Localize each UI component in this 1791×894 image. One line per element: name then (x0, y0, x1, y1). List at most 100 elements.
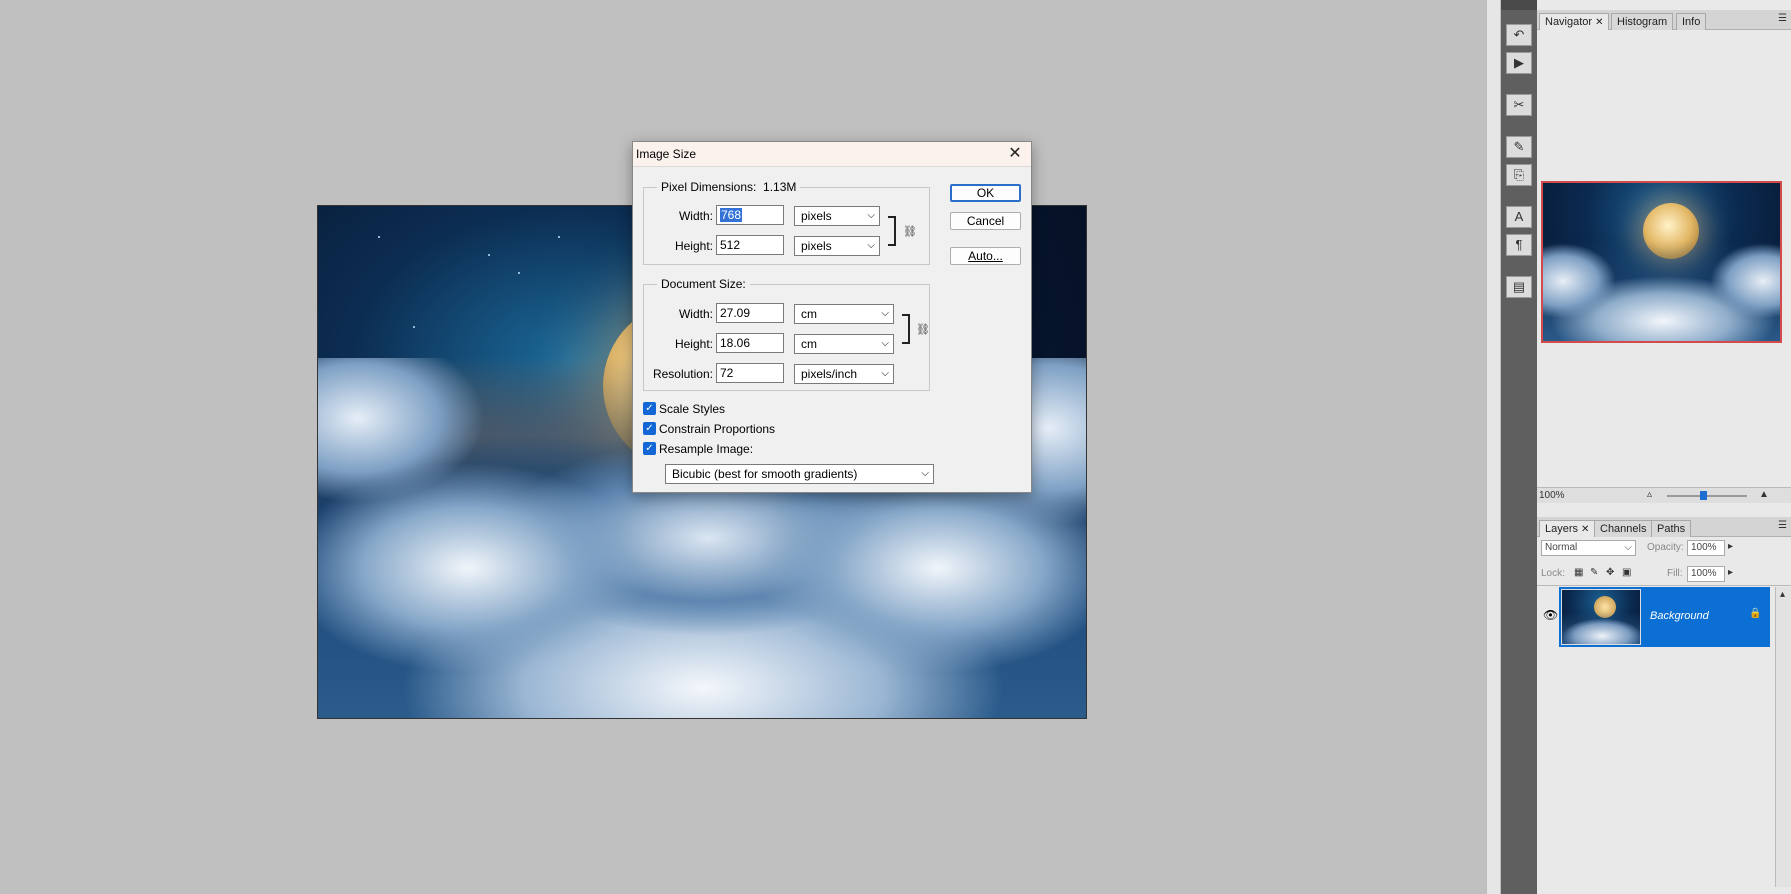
star (413, 326, 415, 328)
close-icon[interactable]: ✕ (1595, 17, 1603, 28)
pixel-height-unit-select[interactable]: pixels ⌵ (794, 236, 880, 256)
chevron-down-icon: ⌵ (867, 240, 875, 251)
scale-styles-checkbox[interactable]: ✓ (643, 402, 656, 415)
panel-dock-edge (1486, 0, 1500, 894)
lock-position-icon[interactable]: ✥ (1606, 567, 1614, 578)
scroll-up-icon[interactable]: ▴ (1780, 589, 1785, 600)
panel-menu-icon[interactable]: ☰ (1778, 520, 1787, 531)
image-size-dialog: Image Size ✕ Pixel Dimensions: 1.13M Wid… (632, 141, 1032, 493)
opacity-label: Opacity: (1647, 542, 1684, 553)
icon-bar-header[interactable] (1501, 0, 1537, 10)
panels-area: Navigator ✕ Histogram Info ☰ 100% ▵ ▲ Lay… (1537, 0, 1791, 894)
tab-navigator[interactable]: Navigator ✕ (1539, 13, 1610, 30)
fill-arrow-icon[interactable]: ▸ (1728, 567, 1733, 578)
layers-scrollbar[interactable]: ▴ (1775, 587, 1791, 887)
zoom-slider[interactable] (1667, 495, 1747, 497)
resolution-unit-select[interactable]: pixels/inch ⌵ (794, 364, 894, 384)
chain-link-icon: ⛓ (916, 324, 930, 336)
tab-channels[interactable]: Channels (1594, 520, 1653, 537)
dialog-title-bar[interactable]: Image Size ✕ (633, 142, 1031, 167)
chevron-down-icon: ⌵ (1624, 542, 1632, 553)
pixel-width-input[interactable]: 768 (716, 205, 784, 225)
document-size-legend: Document Size: (661, 277, 746, 291)
star (518, 272, 520, 274)
cancel-button[interactable]: Cancel (950, 212, 1021, 230)
tab-histogram[interactable]: Histogram (1611, 13, 1674, 30)
panel-icon-bar: ↶ ▶ ✂ ✎ ⎘ A ¶ ▤ (1501, 0, 1537, 894)
paragraph-icon[interactable]: ¶ (1506, 234, 1532, 256)
chevron-down-icon: ⌵ (881, 368, 889, 379)
chevron-down-icon: ⌵ (881, 338, 889, 349)
constrain-proportions-label[interactable]: Constrain Proportions (659, 422, 775, 436)
zoom-slider-thumb[interactable] (1700, 491, 1707, 500)
notes-icon[interactable]: ▤ (1506, 276, 1532, 298)
resample-method-select[interactable]: Bicubic (best for smooth gradients) ⌵ (665, 464, 934, 484)
blend-mode-select[interactable]: Normal ⌵ (1541, 540, 1636, 556)
doc-width-label: Width: (678, 307, 713, 321)
layer-name[interactable]: Background (1650, 610, 1709, 622)
resolution-label: Resolution: (652, 367, 713, 381)
lock-label: Lock: (1541, 568, 1565, 579)
doc-width-unit-select[interactable]: cm ⌵ (794, 304, 894, 324)
navigator-zoom-bar: 100% ▵ ▲ (1537, 487, 1791, 503)
tab-info[interactable]: Info (1676, 13, 1707, 30)
lock-transparent-icon[interactable]: ▦ (1574, 567, 1583, 578)
layers-panel-header: Layers ✕ Channels Paths ☰ (1537, 517, 1791, 537)
close-icon[interactable]: ✕ (1005, 144, 1025, 164)
clouds (1562, 612, 1640, 644)
star (378, 236, 380, 238)
doc-height-input[interactable]: 18.06 (716, 333, 784, 353)
doc-height-unit-select[interactable]: cm ⌵ (794, 334, 894, 354)
pixel-height-input[interactable]: 512 (716, 235, 784, 255)
lock-image-icon[interactable]: ✎ (1590, 567, 1598, 578)
tool-presets-icon[interactable]: ✂ (1506, 94, 1532, 116)
pixel-dimensions-legend: Pixel Dimensions: 1.13M (661, 180, 797, 194)
character-icon[interactable]: A (1506, 206, 1532, 228)
chevron-down-icon: ⌵ (881, 308, 889, 319)
constrain-proportions-checkbox[interactable]: ✓ (643, 422, 656, 435)
pixel-height-label: Height: (674, 239, 713, 253)
panel-menu-icon[interactable]: ☰ (1778, 13, 1787, 24)
dialog-title: Image Size (636, 147, 697, 161)
star (488, 254, 490, 256)
layer-thumbnail (1561, 589, 1641, 645)
clone-source-icon[interactable]: ⎘ (1506, 164, 1532, 186)
chevron-down-icon: ⌵ (921, 468, 929, 479)
clouds (1543, 241, 1780, 341)
pixel-width-unit-select[interactable]: pixels ⌵ (794, 206, 880, 226)
chevron-down-icon: ⌵ (867, 210, 875, 221)
zoom-in-icon[interactable]: ▲ (1759, 489, 1769, 500)
star (558, 236, 560, 238)
tab-paths[interactable]: Paths (1651, 520, 1692, 537)
history-icon[interactable]: ↶ (1506, 24, 1532, 46)
chain-link-icon: ⛓ (903, 226, 917, 238)
resample-image-checkbox[interactable]: ✓ (643, 442, 656, 455)
scale-styles-label[interactable]: Scale Styles (659, 402, 725, 416)
divider (1537, 585, 1791, 586)
pixel-dimensions-size: 1.13M (763, 180, 797, 194)
actions-icon[interactable]: ▶ (1506, 52, 1532, 74)
doc-width-input[interactable]: 27.09 (716, 303, 784, 323)
pixel-width-label: Width: (678, 209, 713, 223)
doc-height-label: Height: (674, 337, 713, 351)
navigator-zoom-value[interactable]: 100% (1539, 490, 1565, 501)
fill-input[interactable]: 100% (1687, 566, 1725, 582)
tab-layers[interactable]: Layers ✕ (1539, 520, 1596, 537)
eye-visibility-icon[interactable]: 👁 (1543, 608, 1558, 622)
navigator-panel-header: Navigator ✕ Histogram Info ☰ (1537, 10, 1791, 30)
resolution-input[interactable]: 72 (716, 363, 784, 383)
brushes-icon[interactable]: ✎ (1506, 136, 1532, 158)
opacity-input[interactable]: 100% (1687, 540, 1725, 556)
lock-all-icon[interactable]: ▣ (1622, 567, 1631, 578)
auto-button[interactable]: Auto... (950, 247, 1021, 265)
ok-button[interactable]: OK (950, 184, 1021, 202)
fill-label: Fill: (1667, 568, 1683, 579)
layer-row[interactable]: Background 🔒 (1559, 587, 1770, 647)
close-icon[interactable]: ✕ (1581, 524, 1589, 535)
opacity-arrow-icon[interactable]: ▸ (1728, 541, 1733, 552)
resample-image-label[interactable]: Resample Image: (659, 442, 753, 456)
navigator-thumbnail[interactable] (1541, 181, 1782, 343)
lock-icon: 🔒 (1749, 608, 1762, 619)
constrain-bracket (888, 216, 896, 246)
zoom-out-icon[interactable]: ▵ (1647, 489, 1652, 500)
